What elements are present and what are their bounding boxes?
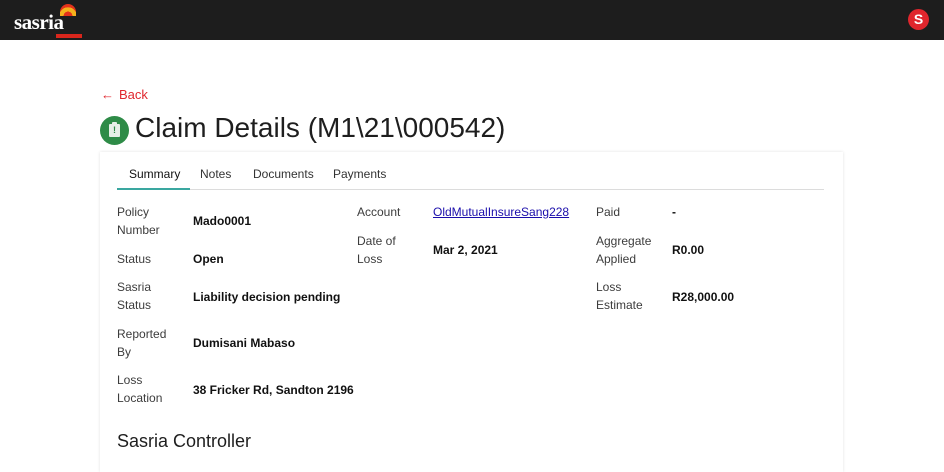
sasria-logo[interactable]: sasria <box>14 4 86 38</box>
status-value: Open <box>193 252 224 266</box>
top-bar: sasria S <box>0 0 944 40</box>
reported-by-label: Reported By <box>117 327 167 359</box>
loss-estimate-value: R28,000.00 <box>672 290 735 304</box>
loss-estimate-label: Loss Estimate <box>596 280 643 312</box>
back-label: Back <box>119 87 148 102</box>
back-link[interactable]: ← Back <box>101 87 148 102</box>
policy-number-value: Mado0001 <box>193 214 252 228</box>
tab-documents[interactable]: Documents <box>253 167 314 181</box>
account-label: Account <box>357 205 401 219</box>
date-of-loss-value: Mar 2, 2021 <box>433 243 498 257</box>
reported-by-value: Dumisani Mabaso <box>193 336 296 350</box>
page-title: Claim Details (M1\21\000542) <box>135 112 506 143</box>
date-of-loss-label: Date of Loss <box>357 234 396 266</box>
user-avatar[interactable]: S <box>908 9 929 30</box>
sasria-status-label: Sasria Status <box>117 280 152 312</box>
clipboard-alert-icon <box>100 116 129 145</box>
sasria-controller-heading: Sasria Controller <box>117 431 252 451</box>
logo-tagline-bar <box>56 34 82 38</box>
claim-details-card: Summary Notes Documents Payments Policy … <box>100 152 843 472</box>
tab-notes[interactable]: Notes <box>200 167 231 181</box>
tab-summary[interactable]: Summary <box>129 167 180 181</box>
sasria-status-value: Liability decision pending <box>193 290 341 304</box>
status-label: Status <box>117 252 152 266</box>
account-link[interactable]: OldMutualInsureSang228 <box>433 204 569 221</box>
tab-bar: Summary Notes Documents Payments <box>117 152 824 190</box>
policy-number-label: Policy Number <box>117 205 160 237</box>
aggregate-applied-label: Aggregate Applied <box>596 234 652 266</box>
aggregate-applied-value: R0.00 <box>672 243 705 257</box>
loss-location-label: Loss Location <box>117 373 163 405</box>
loss-location-value: 38 Fricker Rd, Sandton 2196 <box>193 383 354 397</box>
paid-value: - <box>672 205 676 219</box>
arrow-left-icon: ← <box>101 87 114 102</box>
paid-label: Paid <box>596 205 621 219</box>
tab-payments[interactable]: Payments <box>333 167 386 181</box>
logo-text: sasria <box>14 10 64 34</box>
active-tab-indicator <box>117 188 190 190</box>
